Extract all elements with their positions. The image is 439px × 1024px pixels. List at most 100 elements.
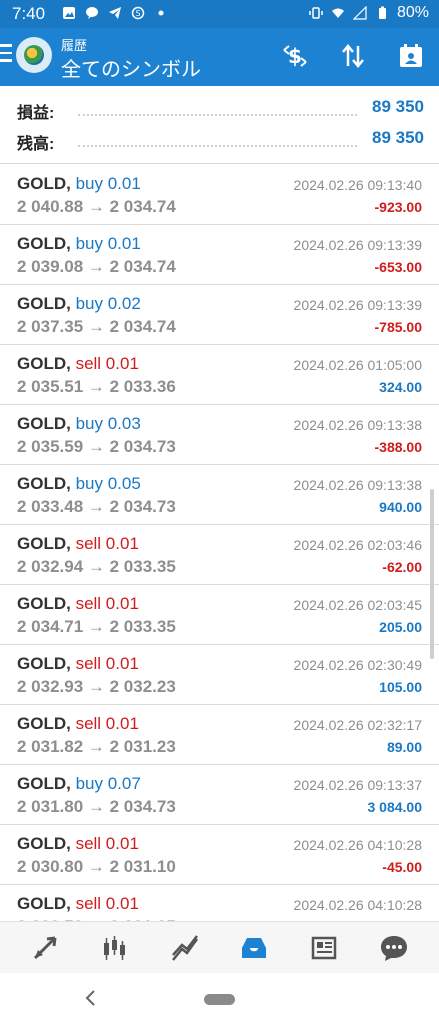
trade-side: sell 0.01 (75, 894, 139, 913)
trade-symbol-line: GOLD, buy 0.03 (17, 414, 141, 434)
trade-symbol: GOLD, (17, 834, 71, 853)
trade-row[interactable]: GOLD, sell 0.01 2 034.71 → 2 033.35 2024.0… (0, 585, 439, 645)
back-icon[interactable] (82, 987, 100, 1009)
trade-prices: 2 035.51 → 2 033.36 (17, 377, 176, 396)
trade-symbol: GOLD, (17, 654, 71, 673)
trade-prices: 2 034.71 → 2 033.35 (17, 617, 176, 636)
trade-symbol-line: GOLD, buy 0.01 (17, 234, 141, 254)
trade-row[interactable]: GOLD, buy 0.05 2 033.48 → 2 034.73 2024.02… (0, 465, 439, 525)
trade-profit: 105.00 (379, 679, 422, 695)
system-navigation-bar (0, 973, 439, 1024)
system-status: 80% (309, 4, 429, 22)
trade-row[interactable]: GOLD, sell 0.01 2 035.51 → 2 033.36 2024.0… (0, 345, 439, 405)
trade-symbol-line: GOLD, sell 0.01 (17, 714, 139, 734)
trade-row[interactable]: GOLD, sell 0.01 2 031.82 → 2 031.23 2024.0… (0, 705, 439, 765)
trade-side: buy 0.05 (75, 474, 141, 493)
trade-row[interactable]: GOLD, buy 0.03 2 035.59 → 2 034.73 2024.02… (0, 405, 439, 465)
trade-row[interactable]: GOLD, sell 0.012 032.52 → 2 031.052024.0… (0, 885, 439, 921)
trade-profit: 324.00 (379, 379, 422, 395)
trade-profit: -62.00 (382, 559, 422, 575)
trade-prices: 2 032.94 → 2 033.35 (17, 557, 176, 576)
trade-profit: 205.00 (379, 619, 422, 635)
trade-date: 2024.02.26 04:10:28 (293, 897, 422, 913)
summary-label: 残高: (17, 136, 55, 153)
trade-date: 2024.02.26 09:13:38 (293, 477, 422, 493)
trade-side: buy 0.01 (75, 174, 141, 193)
notification-icons: S (62, 6, 168, 20)
trade-side: sell 0.01 (75, 654, 139, 673)
svg-text:S: S (135, 9, 140, 18)
trade-row[interactable]: GOLD, sell 0.01 2 030.80 → 2 031.10 2024.0… (0, 825, 439, 885)
trade-date: 2024.02.26 01:05:00 (293, 357, 422, 373)
trade-row[interactable]: GOLD, buy 0.02 2 037.35 → 2 034.74 2024.02… (0, 285, 439, 345)
trade-row[interactable]: GOLD, sell 0.01 2 032.94 → 2 033.35 2024.0… (0, 525, 439, 585)
svg-text:$: $ (288, 44, 302, 68)
trade-profit: -653.00 (374, 259, 422, 275)
trade-row[interactable]: GOLD, buy 0.01 2 040.88 → 2 034.74 2024.02… (0, 165, 439, 225)
trade-date: 2024.02.26 09:13:39 (293, 297, 422, 313)
trade-symbol: GOLD, (17, 414, 71, 433)
app-notification-icon: S (131, 6, 145, 20)
status-bar: 7:40 S 80% (0, 0, 439, 28)
chat-icon[interactable] (379, 933, 409, 963)
trade-prices: 2 037.35 → 2 034.74 (17, 317, 176, 336)
trade-date: 2024.02.26 09:13:37 (293, 777, 422, 793)
trade-symbol-line: GOLD, sell 0.01 (17, 534, 139, 554)
menu-icon[interactable] (0, 44, 14, 68)
page-subtitle: 履歴 (61, 38, 88, 53)
trade-row[interactable]: GOLD, buy 0.01 2 039.08 → 2 034.74 2024.02… (0, 225, 439, 285)
account-summary: 損益: 89 350 残高: 89 350 (0, 86, 439, 164)
trade-profit: 3 084.00 (367, 799, 423, 815)
trade-prices: 2 039.08 → 2 034.74 (17, 257, 176, 276)
chart-line-icon[interactable] (170, 933, 200, 963)
trade-symbol-line: GOLD, sell 0.01 (17, 594, 139, 614)
trade-symbol: GOLD, (17, 174, 71, 193)
status-time: 7:40 (12, 4, 46, 23)
currency-exchange-icon[interactable]: $ (281, 42, 309, 70)
page-title[interactable]: 全てのシンボル (61, 53, 201, 82)
trade-profit: 89.00 (386, 739, 422, 755)
trade-date: 2024.02.26 09:13:38 (293, 417, 422, 433)
battery-level: 80% (396, 4, 429, 21)
trade-profit: 940.00 (379, 499, 422, 515)
trade-symbol: GOLD, (17, 714, 71, 733)
trade-prices: 2 031.80 → 2 034.73 (17, 797, 176, 816)
trade-row[interactable]: GOLD, buy 0.07 2 031.80 → 2 034.73 2024.02… (0, 765, 439, 825)
trade-symbol: GOLD, (17, 294, 71, 313)
trade-side: sell 0.01 (75, 594, 139, 613)
trade-symbol-line: GOLD, buy 0.02 (17, 294, 141, 314)
scrollbar[interactable] (430, 489, 434, 659)
app-bar: 履歴 全てのシンボル $ (0, 28, 439, 86)
trade-symbol: GOLD, (17, 234, 71, 253)
chart-icon[interactable] (100, 933, 130, 963)
trade-prices: 2 040.88 → 2 034.74 (17, 197, 176, 216)
trade-side: buy 0.02 (75, 294, 141, 313)
trade-row[interactable]: GOLD, sell 0.01 2 032.93 → 2 032.23 2024.0… (0, 645, 439, 705)
summary-label: 損益: (17, 105, 55, 122)
trade-side: sell 0.01 (75, 354, 139, 373)
trade-symbol: GOLD, (17, 894, 71, 913)
trade-date: 2024.02.26 02:03:45 (293, 597, 422, 613)
trade-symbol: GOLD, (17, 594, 71, 613)
trade-symbol: GOLD, (17, 354, 71, 373)
trade-date: 2024.02.26 04:10:28 (293, 837, 422, 853)
trade-symbol-line: GOLD, sell 0.01 (17, 654, 139, 674)
history-icon[interactable] (239, 933, 269, 963)
trade-side: sell 0.01 (75, 534, 139, 553)
signal-icon (352, 6, 367, 20)
sort-icon[interactable] (339, 42, 367, 70)
trade-symbol: GOLD, (17, 474, 71, 493)
trade-profit: -923.00 (374, 199, 422, 215)
trade-side: buy 0.01 (75, 234, 141, 253)
message-icon (86, 7, 98, 19)
wifi-icon (331, 8, 344, 18)
trade-icon[interactable] (30, 933, 60, 963)
summary-value: 89 350 (372, 97, 424, 116)
trade-date: 2024.02.26 09:13:40 (293, 177, 422, 193)
trade-symbol: GOLD, (17, 534, 71, 553)
home-pill[interactable] (204, 994, 235, 1005)
news-icon[interactable] (309, 933, 339, 963)
image-icon (63, 7, 75, 19)
trade-symbol-line: GOLD, buy 0.07 (17, 774, 141, 794)
calendar-icon[interactable] (397, 42, 425, 70)
